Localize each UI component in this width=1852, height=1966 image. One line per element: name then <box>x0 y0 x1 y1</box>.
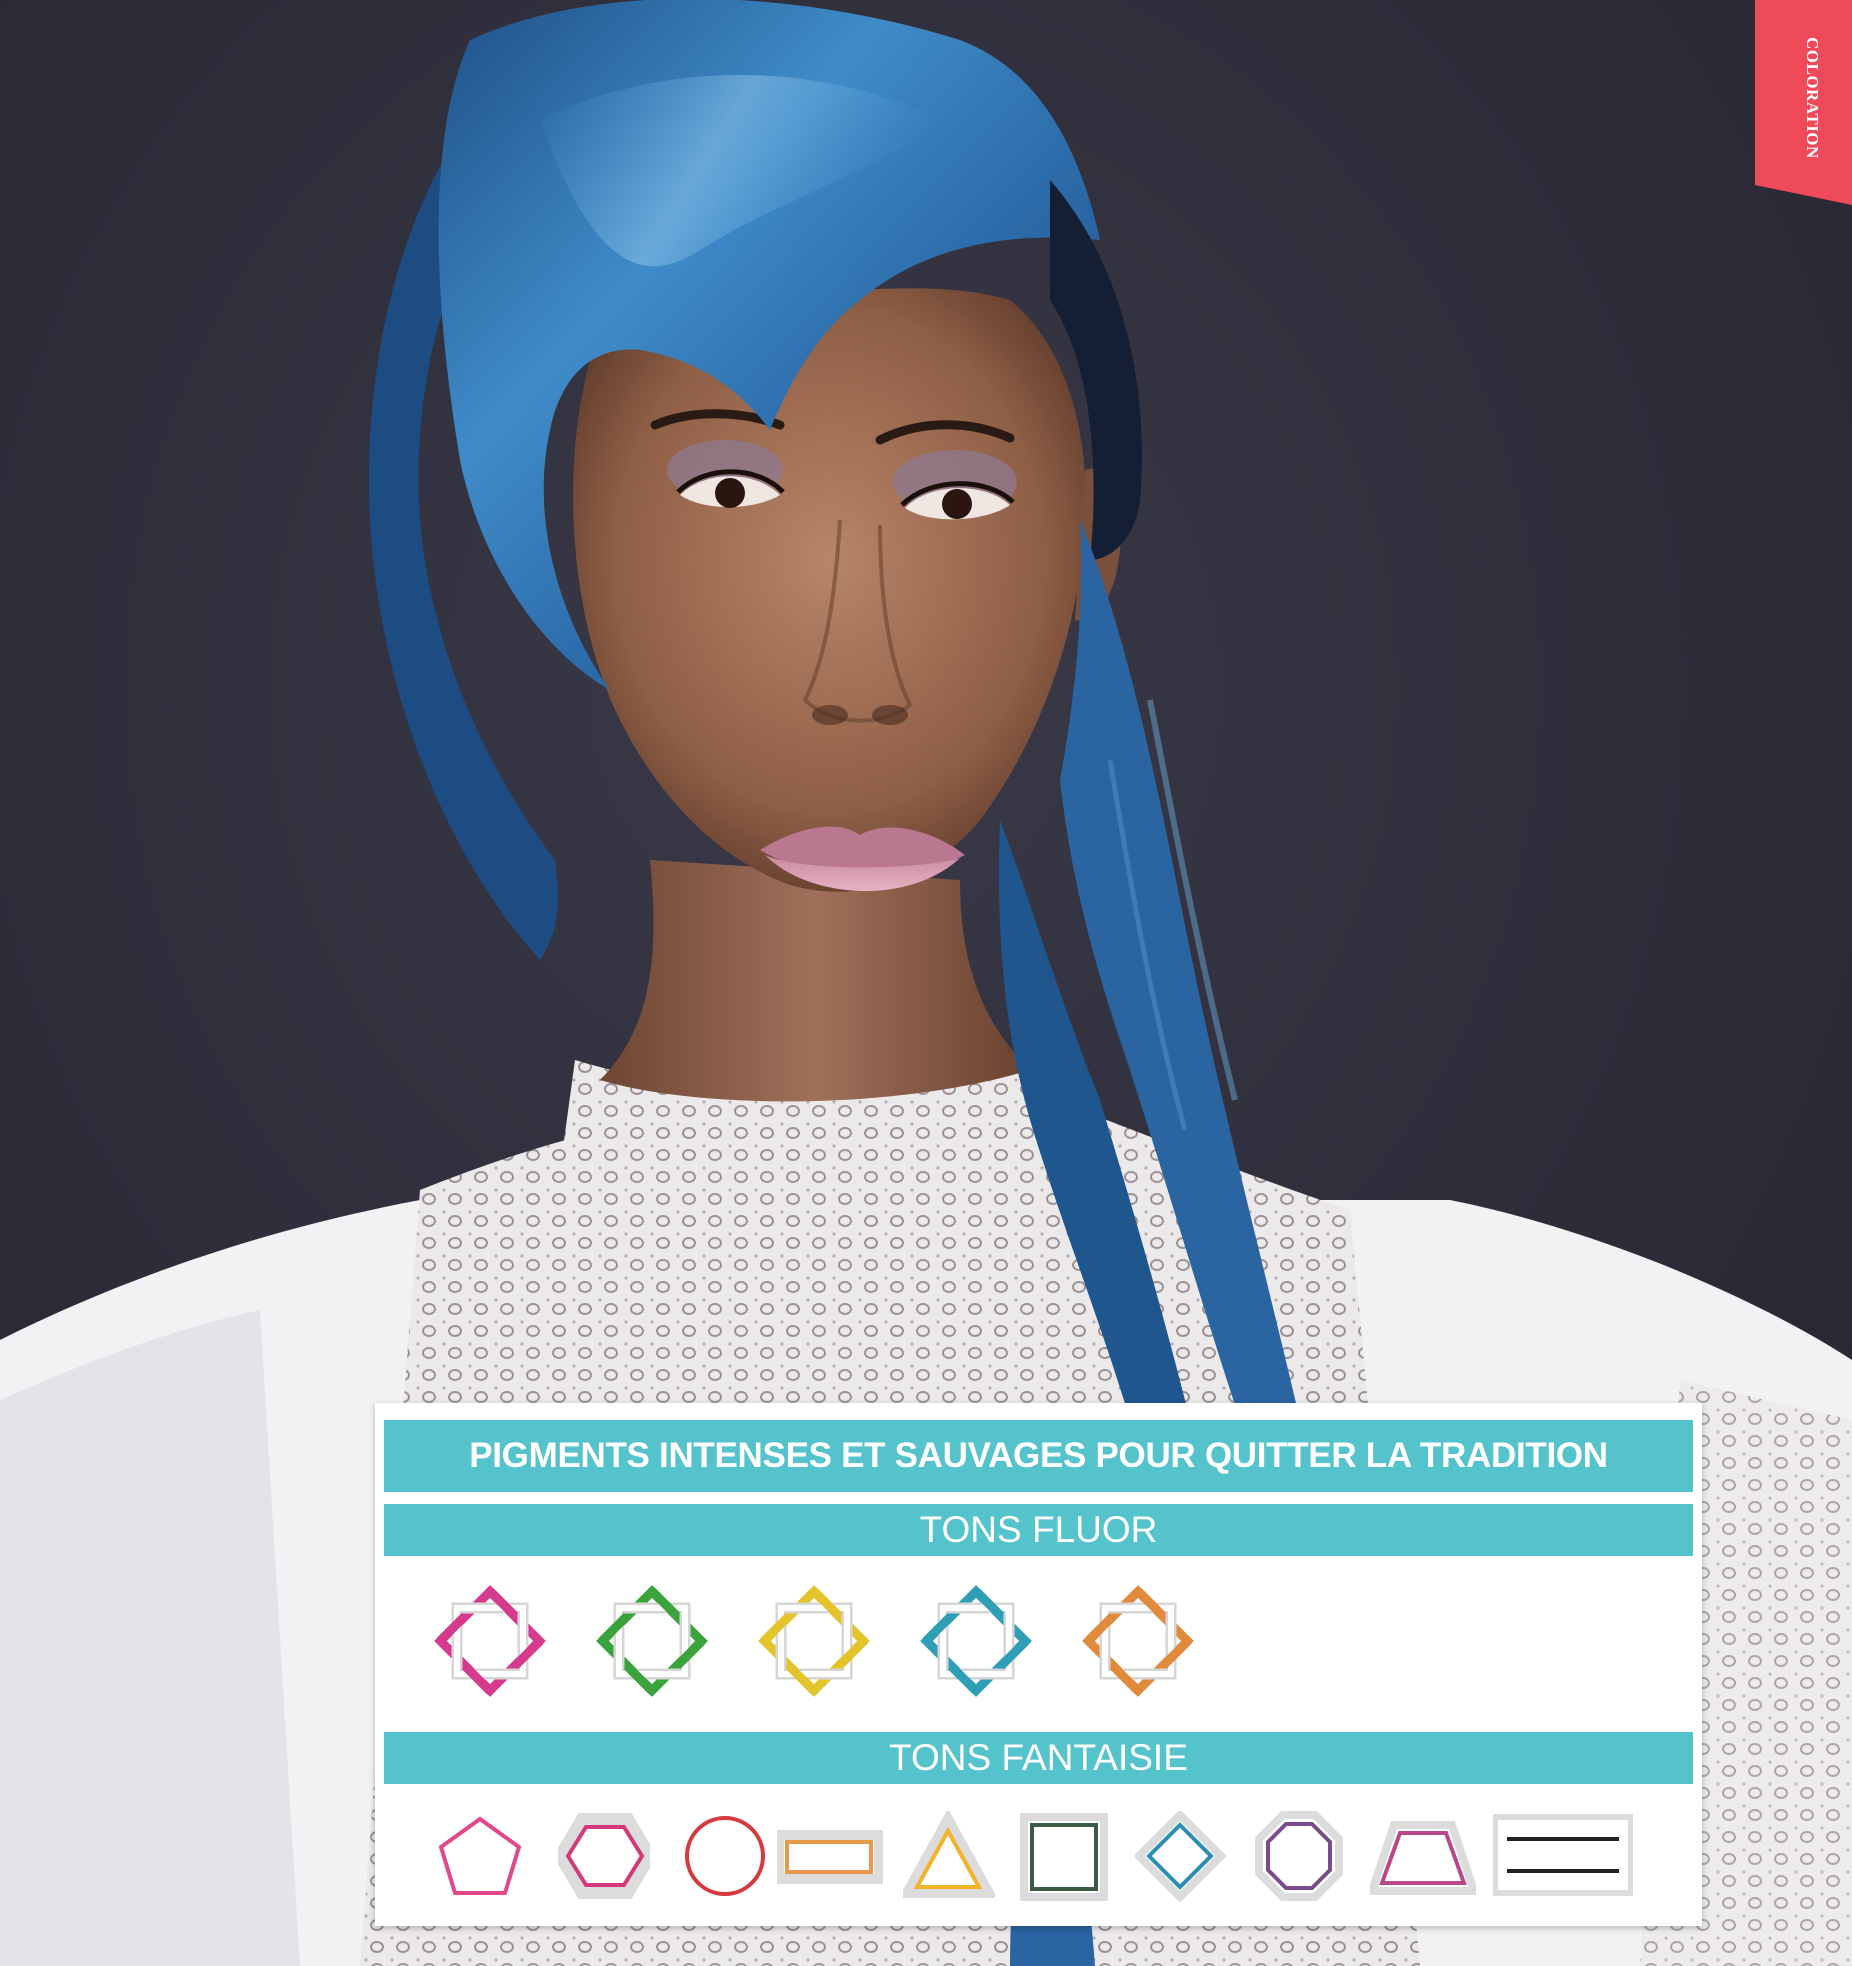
interlocked-octagon-icon <box>434 1585 546 1697</box>
interlocked-octagon-icon <box>920 1585 1032 1697</box>
circle-icon <box>685 1816 765 1896</box>
fluor-symbols-row <box>430 1573 1194 1713</box>
section-tab-label: COLORATION <box>1803 37 1822 159</box>
double-line-rectangle-icon <box>1493 1814 1633 1896</box>
diamond-icon <box>1135 1811 1227 1903</box>
square-icon <box>1020 1813 1108 1901</box>
legend-heading: PIGMENTS INTENSES ET SAUVAGES POUR QUITT… <box>384 1420 1693 1492</box>
interlocked-octagon-icon <box>758 1585 870 1697</box>
fantasy-tones-title: TONS FANTAISIE <box>384 1732 1693 1784</box>
octagon-icon <box>1255 1811 1343 1901</box>
pentagon-icon <box>438 1816 522 1895</box>
rectangle-icon <box>777 1830 883 1884</box>
fantasy-symbols-row <box>435 1803 1665 1913</box>
triangle-icon <box>903 1811 995 1898</box>
interlocked-octagon-icon <box>1082 1585 1194 1697</box>
color-legend-panel: PIGMENTS INTENSES ET SAUVAGES POUR QUITT… <box>375 1403 1702 1926</box>
interlocked-octagon-icon <box>596 1585 708 1697</box>
hexagon-icon <box>558 1813 650 1899</box>
fluor-tones-title: TONS FLUOR <box>384 1504 1693 1556</box>
trapezoid-icon <box>1370 1821 1476 1895</box>
